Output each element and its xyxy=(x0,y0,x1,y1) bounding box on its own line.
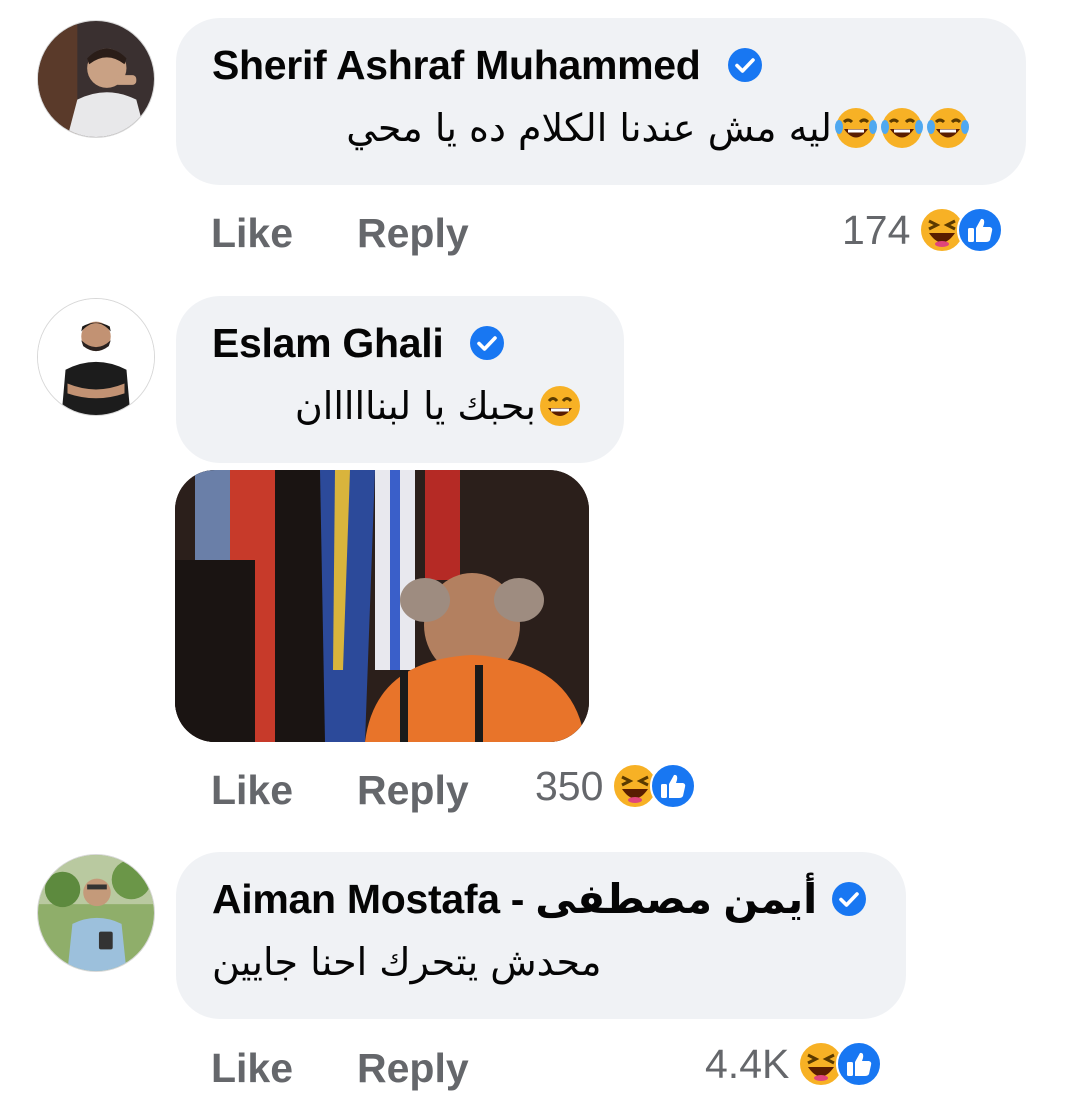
like-reaction-icon xyxy=(957,207,1004,253)
reaction-count: 4.4K xyxy=(705,1040,790,1087)
emoji-group xyxy=(832,106,970,150)
verified-badge-icon xyxy=(469,325,505,361)
emoji-group xyxy=(536,384,582,428)
tears-of-joy-emoji xyxy=(926,106,970,150)
comment-text: محدش يتحرك احنا جايين xyxy=(212,934,870,990)
like-button[interactable]: Like xyxy=(211,1045,293,1092)
reaction-summary[interactable]: 350 xyxy=(535,762,697,810)
comment-text: بحبك يا لبنااااان xyxy=(212,378,588,434)
reaction-summary[interactable]: 4.4K xyxy=(705,1040,883,1088)
reply-button[interactable]: Reply xyxy=(357,767,469,814)
verified-badge-icon xyxy=(831,881,867,917)
gif-attachment[interactable] xyxy=(175,470,589,742)
avatar[interactable] xyxy=(37,854,155,972)
reaction-summary[interactable]: 174 xyxy=(842,206,1004,254)
author-name[interactable]: Aiman Mostafa - أيمن مصطفى xyxy=(212,874,817,924)
author-name[interactable]: Eslam Ghali xyxy=(212,318,444,368)
reaction-count: 350 xyxy=(535,762,604,809)
avatar[interactable] xyxy=(37,20,155,138)
like-reaction-icon xyxy=(650,763,697,809)
comment-bubble: Aiman Mostafa - أيمن مصطفى محدش يتحرك اح… xyxy=(176,852,906,1019)
comment-message: ليه مش عندنا الكلام ده يا محي xyxy=(346,106,832,150)
like-reaction-icon xyxy=(836,1041,883,1087)
author-name[interactable]: Sherif Ashraf Muhammed xyxy=(212,40,701,90)
comment-bubble: Sherif Ashraf Muhammed ليه مش عندنا الكل… xyxy=(176,18,1026,185)
comment-bubble: Eslam Ghali بحبك يا لبنااااان xyxy=(176,296,624,463)
like-button[interactable]: Like xyxy=(211,767,293,814)
tears-of-joy-emoji xyxy=(880,106,924,150)
comment-message: بحبك يا لبنااااان xyxy=(294,384,536,428)
avatar[interactable] xyxy=(37,298,155,416)
comment-text: ليه مش عندنا الكلام ده يا محي xyxy=(212,100,990,156)
like-button[interactable]: Like xyxy=(211,210,293,257)
verified-badge-icon xyxy=(727,47,763,83)
reply-button[interactable]: Reply xyxy=(357,1045,469,1092)
reply-button[interactable]: Reply xyxy=(357,210,469,257)
comment-message: محدش يتحرك احنا جايين xyxy=(212,940,602,984)
tears-of-joy-emoji xyxy=(834,106,878,150)
reaction-count: 174 xyxy=(842,206,911,253)
grinning-smiling-eyes-emoji xyxy=(538,384,582,428)
